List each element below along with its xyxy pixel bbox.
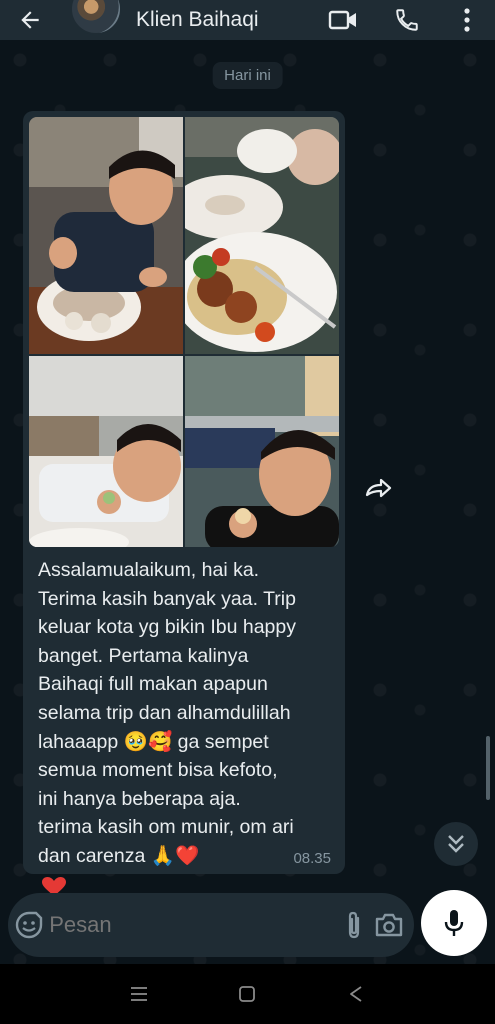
phone-icon [396,9,418,31]
scrollbar-thumb[interactable] [486,736,490,800]
nav-home-button[interactable] [227,974,267,1014]
system-nav-bar [0,964,495,1024]
forward-button[interactable] [356,467,400,511]
arrow-left-icon [21,11,39,29]
photo-4[interactable] [185,356,339,547]
video-camera-icon [328,10,356,30]
nav-recents-button[interactable] [119,974,159,1014]
nav-back-button[interactable] [336,974,376,1014]
message-bubble[interactable]: Assalamualaikum, hai ka. Terima kasih ba… [23,111,345,874]
photo-3[interactable] [29,356,183,547]
attach-button[interactable] [337,893,371,957]
paperclip-icon [349,911,360,939]
home-icon [239,986,256,1002]
scroll-to-bottom-button[interactable] [434,822,478,866]
more-vert-icon [464,8,470,32]
media-grid[interactable] [29,117,339,547]
chat-header: Klien Baihaqi [0,0,495,40]
photo-2[interactable] [185,117,339,354]
date-chip: Hari ini [212,62,283,89]
message-input-bar [8,893,414,957]
menu-button[interactable] [439,0,495,40]
camera-icon [375,913,403,937]
emoji-icon [15,911,42,939]
message-time: 08.35 [293,850,331,867]
message-text: Assalamualaikum, hai ka. Terima kasih ba… [38,559,296,867]
recents-icon [131,987,148,1001]
contact-name[interactable]: Klien Baihaqi [136,0,311,40]
photo-1[interactable] [29,117,183,354]
microphone-icon [444,910,464,936]
chevron-double-down-icon [448,835,464,853]
back-button[interactable] [0,0,60,40]
message-input[interactable] [49,893,338,957]
voice-call-button[interactable] [375,0,439,40]
avatar[interactable] [70,0,122,35]
back-triangle-icon [349,986,362,1002]
chat-area[interactable]: Hari ini Assalamualaikum, hai ka. Terima… [0,40,495,964]
forward-icon [365,478,392,498]
camera-button[interactable] [372,893,406,957]
emoji-button[interactable] [8,893,49,957]
video-call-button[interactable] [311,0,375,40]
voice-record-button[interactable] [421,890,487,956]
